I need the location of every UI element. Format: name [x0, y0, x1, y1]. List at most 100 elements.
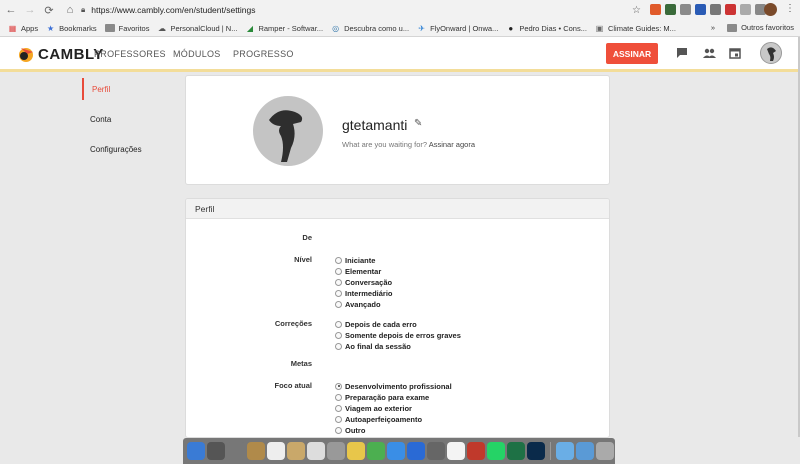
finder-icon[interactable] — [187, 442, 205, 460]
url-text: https://www.cambly.com/en/student/settin… — [91, 5, 256, 15]
radio-button[interactable] — [335, 382, 342, 390]
foco-option-exame[interactable]: Preparação para exame — [335, 392, 429, 402]
trash-icon[interactable] — [596, 442, 614, 460]
option-label: Avançado — [345, 299, 381, 309]
radio-button[interactable] — [335, 426, 342, 434]
back-icon[interactable]: ← — [3, 2, 19, 18]
radio-button[interactable] — [335, 415, 342, 423]
nivel-option-conversacao[interactable]: Conversação — [335, 277, 392, 287]
foco-option-outro[interactable]: Outro — [335, 425, 365, 435]
subnav-perfil[interactable]: Perfil — [82, 78, 110, 100]
photos-icon[interactable] — [347, 442, 365, 460]
nav-professores[interactable]: PROFESSORES — [94, 49, 166, 59]
bookmark-descubra[interactable]: ◎ Descubra como u... — [331, 24, 409, 33]
people-icon[interactable] — [703, 47, 716, 59]
bookmark-personalcloud[interactable]: ☁ PersonalCloud | N... — [157, 24, 237, 33]
textedit-icon[interactable] — [447, 442, 465, 460]
other-bookmarks[interactable]: Outros favoritos — [741, 23, 794, 32]
extension-icon[interactable] — [650, 4, 661, 15]
app-header: CAMBLY PROFESSORES MÓDULOS PROGRESSO ASS… — [0, 37, 798, 72]
safari-icon[interactable] — [387, 442, 405, 460]
nivel-option-elementar[interactable]: Elementar — [335, 266, 381, 276]
nav-modulos[interactable]: MÓDULOS — [173, 49, 221, 59]
calendar-icon[interactable] — [729, 47, 741, 59]
option-label: Autoaperfeiçoamento — [345, 414, 423, 424]
bookmark-pedrodias[interactable]: ● Pedro Dias • Cons... — [506, 24, 587, 33]
reload-icon[interactable]: ⟳ — [41, 2, 57, 18]
cambly-logo[interactable]: CAMBLY — [17, 44, 104, 64]
excel-icon[interactable] — [507, 442, 525, 460]
subscribe-now-link[interactable]: Assinar agora — [429, 140, 475, 149]
subnav-configuracoes[interactable]: Configurações — [82, 138, 142, 160]
extension-icon[interactable] — [665, 4, 676, 15]
home-icon[interactable]: ⌂ — [62, 2, 78, 18]
chat-icon[interactable] — [676, 47, 688, 59]
foco-option-autoaperfeicoamento[interactable]: Autoaperfeiçoamento — [335, 414, 422, 424]
radio-button[interactable] — [335, 278, 342, 286]
time-machine-icon[interactable] — [427, 442, 445, 460]
radio-button[interactable] — [335, 267, 342, 275]
profile-avatar[interactable] — [253, 96, 323, 166]
bookmark-label: Descubra como u... — [344, 23, 410, 33]
radio-button[interactable] — [335, 404, 342, 412]
bookmark-star-icon[interactable]: ☆ — [632, 5, 641, 16]
bookmark-apps[interactable]: ▦ Apps — [8, 24, 38, 33]
plane-icon: ✈ — [418, 23, 425, 33]
forward-icon[interactable]: → — [22, 2, 38, 18]
bookmark-flyonward[interactable]: ✈ FlyOnward | Onwa... — [417, 24, 498, 33]
acrobat-icon[interactable] — [467, 442, 485, 460]
edit-pencil-icon[interactable]: ✎ — [414, 118, 422, 129]
folder-icon — [104, 24, 115, 32]
radio-button[interactable] — [335, 342, 342, 350]
correcoes-option-serious[interactable]: Somente depois de erros graves — [335, 330, 461, 340]
extension-icon[interactable] — [680, 4, 691, 15]
whatsapp-icon[interactable] — [487, 442, 505, 460]
bookmark-climate[interactable]: ▣ Climate Guides: M... — [595, 24, 676, 33]
foco-option-profissional[interactable]: Desenvolvimento profissional — [335, 381, 452, 391]
foco-option-viagem[interactable]: Viagem ao exterior — [335, 403, 412, 413]
bookmark-ramper[interactable]: ◢ Ramper - Softwar... — [245, 24, 323, 33]
calendar-app-icon[interactable] — [267, 442, 285, 460]
extension-icon[interactable] — [695, 4, 706, 15]
radio-button[interactable] — [335, 300, 342, 308]
photoshop-icon[interactable] — [527, 442, 545, 460]
radio-button[interactable] — [335, 331, 342, 339]
reminders-icon[interactable] — [307, 442, 325, 460]
radio-button[interactable] — [335, 320, 342, 328]
extension-icon[interactable] — [740, 4, 751, 15]
browser-profile-avatar[interactable] — [764, 3, 777, 16]
extension-icon[interactable] — [710, 4, 721, 15]
correcoes-label: Correções — [274, 319, 312, 328]
overflow-chevron-icon[interactable]: » — [711, 23, 715, 32]
nivel-option-iniciante[interactable]: Iniciante — [335, 255, 375, 265]
notes-app-icon[interactable] — [247, 442, 265, 460]
bookmark-bookmarks[interactable]: ★ Bookmarks — [46, 24, 97, 33]
downloads-folder-icon[interactable] — [556, 442, 574, 460]
subscribe-button[interactable]: ASSINAR — [606, 43, 658, 64]
stickies-icon[interactable] — [287, 442, 305, 460]
user-avatar[interactable] — [760, 42, 782, 64]
radio-button[interactable] — [335, 393, 342, 401]
nivel-option-avancado[interactable]: Avançado — [335, 299, 381, 309]
applications-folder-icon[interactable] — [576, 442, 594, 460]
dock-separator — [550, 442, 551, 460]
extension-icon[interactable] — [725, 4, 736, 15]
kebab-menu-icon[interactable]: ⋮ — [785, 3, 795, 14]
bookmark-favoritos[interactable]: Favoritos — [104, 24, 149, 33]
correcoes-option-each[interactable]: Depois de cada erro — [335, 319, 417, 329]
address-bar[interactable]: 🔒︎ https://www.cambly.com/en/student/set… — [81, 3, 641, 17]
subnav-conta[interactable]: Conta — [82, 108, 111, 130]
nivel-option-intermediario[interactable]: Intermediário — [335, 288, 393, 298]
bookmark-label: PersonalCloud | N... — [170, 23, 238, 33]
correcoes-option-end[interactable]: Ao final da sessão — [335, 341, 411, 351]
option-label: Ao final da sessão — [345, 341, 411, 351]
chrome-icon[interactable] — [367, 442, 385, 460]
option-label: Iniciante — [345, 255, 376, 265]
system-preferences-icon[interactable] — [327, 442, 345, 460]
radio-button[interactable] — [335, 256, 342, 264]
launchpad-icon[interactable] — [227, 442, 245, 460]
radio-button[interactable] — [335, 289, 342, 297]
app-store-icon[interactable] — [407, 442, 425, 460]
nav-progresso[interactable]: PROGRESSO — [233, 49, 294, 59]
siri-icon[interactable] — [207, 442, 225, 460]
